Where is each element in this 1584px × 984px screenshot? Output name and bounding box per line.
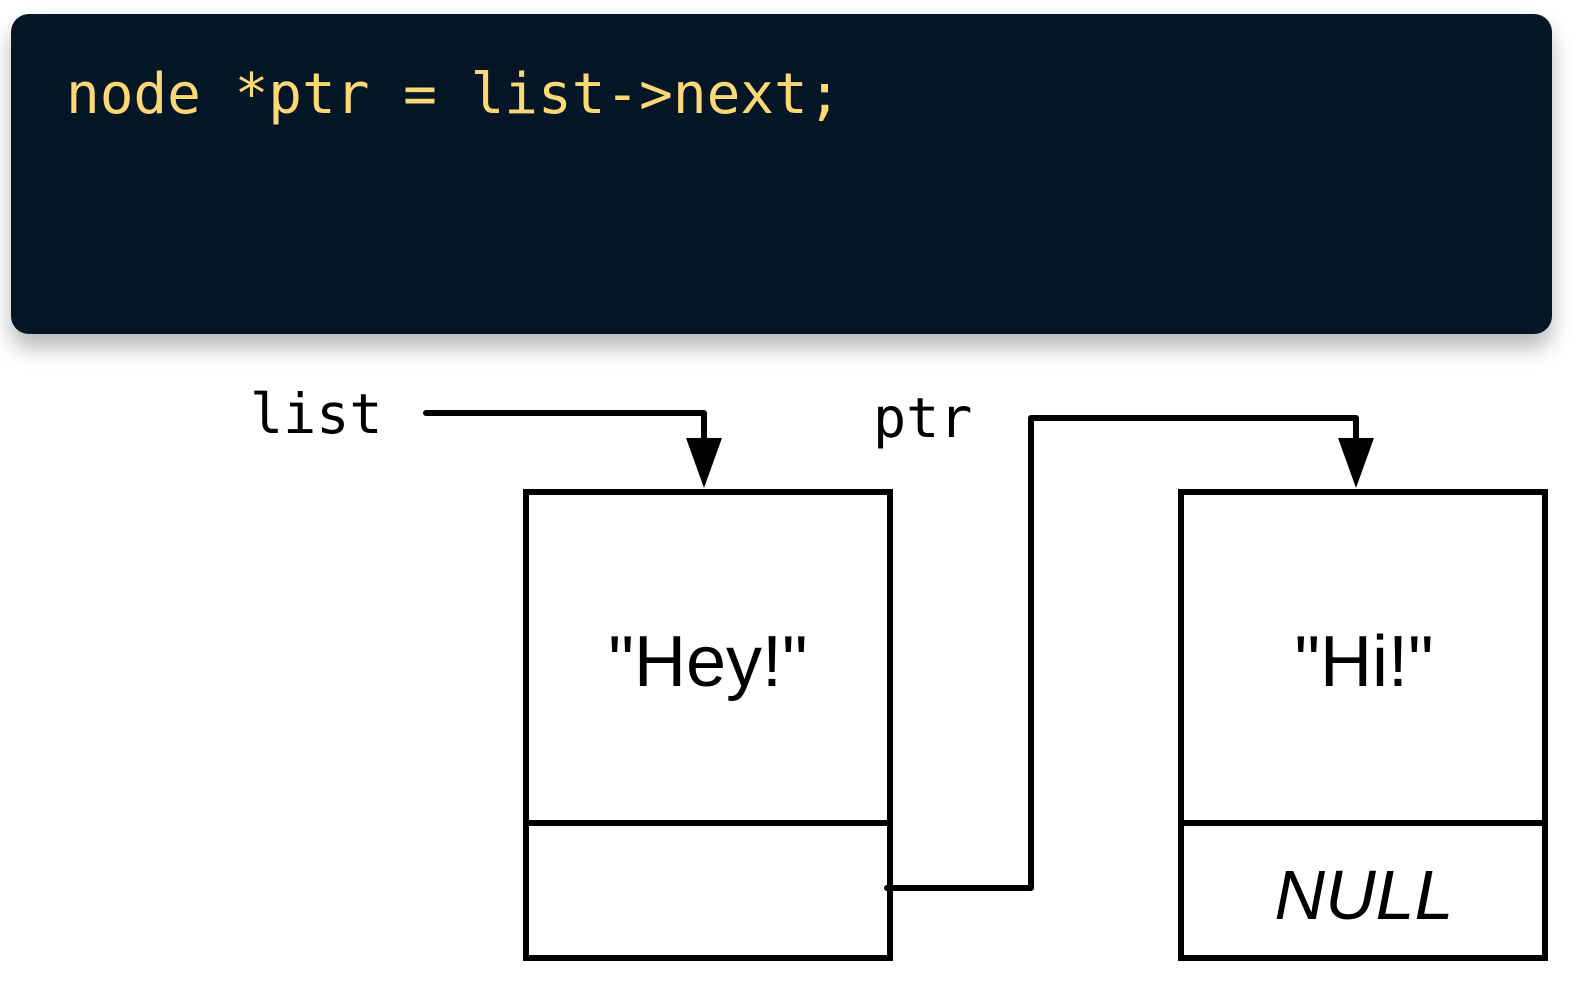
- node-hey: "Hey!": [523, 489, 893, 961]
- linked-list-diagram: list ptr "Hey!" "Hi!" NULL: [250, 382, 1548, 961]
- node-hi: "Hi!" NULL: [1178, 489, 1548, 961]
- hey-next-pointer-line: [884, 415, 1359, 891]
- node-hi-next: NULL: [1275, 856, 1454, 934]
- list-pointer-line: [423, 410, 707, 445]
- node-hey-box: [523, 489, 893, 961]
- list-label: list: [250, 382, 382, 446]
- list-arrowhead-icon: [686, 438, 722, 488]
- ptr-label: ptr: [873, 386, 972, 450]
- node-hi-value: "Hi!": [1294, 622, 1433, 702]
- ptr-arrowhead-icon: [1338, 438, 1374, 488]
- node-hey-value: "Hey!": [608, 622, 807, 702]
